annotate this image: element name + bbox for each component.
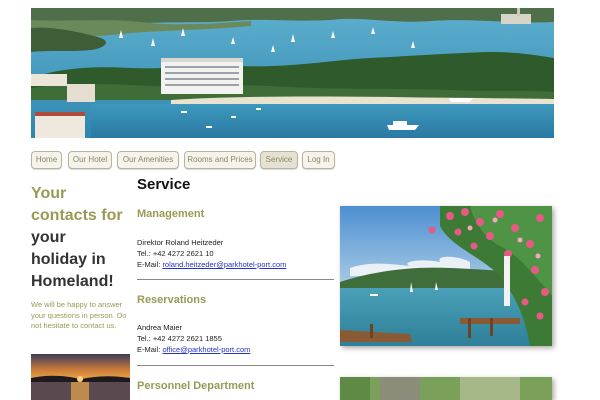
tagline-line: your [31,229,66,246]
nav-item-log-in[interactable]: Log In [302,151,335,169]
phone-number: +42 4272 2621 10 [152,249,214,258]
phone-label: Tel.: [137,249,151,258]
nav-item-our-amenities[interactable]: Our Amenities [117,151,179,169]
section-divider [137,365,334,366]
contact-name: Andrea Maier [137,323,183,332]
contact-email-row: E-Mail: office@parkhotel-port.com [137,344,250,355]
contact-email-row: E-Mail: roland.heitzeder@parkhotel-port.… [137,259,286,270]
email-link[interactable]: office@parkhotel-port.com [162,345,250,354]
email-label: E-Mail: [137,260,161,269]
tagline-line: Homeland! [31,273,114,290]
nav-item-service[interactable]: Service [260,151,298,169]
section-heading-reservations: Reservations [137,294,207,306]
contact-phone-row: Tel.: +42 4272 2621 1855 [137,333,250,344]
section-heading-management: Management [137,208,205,220]
phone-number: +42 4272 2621 1855 [152,334,222,343]
sidebar-sunset-image [31,354,130,400]
header-banner-image [31,8,554,138]
email-label: E-Mail: [137,345,161,354]
nav-item-rooms-and-prices[interactable]: Rooms and Prices [184,151,256,169]
email-link[interactable]: roland.heitzeder@parkhotel-port.com [162,260,286,269]
phone-label: Tel.: [137,334,151,343]
contact-reservations: Andrea Maier Tel.: +42 4272 2621 1855 E-… [137,322,250,355]
lake-roses-photo [340,206,552,346]
sidebar-intro-text: We will be happy to answer your question… [31,300,127,330]
tagline-line: Your [31,185,67,202]
page: Home Our Hotel Our Amenities Rooms and P… [0,0,600,400]
second-photo [340,377,552,400]
section-divider [137,279,334,280]
contact-management: Direktor Roland Heitzeder Tel.: +42 4272… [137,237,286,270]
contact-name: Direktor Roland Heitzeder [137,238,224,247]
tagline-line: holiday in [31,251,106,268]
tagline-line: contacts for [31,207,123,224]
nav-item-home[interactable]: Home [31,151,62,169]
page-title: Service [137,176,191,193]
contact-phone-row: Tel.: +42 4272 2621 10 [137,248,286,259]
sidebar-tagline: Your contacts for your holiday in Homela… [31,183,131,293]
nav-item-our-hotel[interactable]: Our Hotel [68,151,112,169]
section-heading-personnel: Personnel Department [137,380,255,392]
